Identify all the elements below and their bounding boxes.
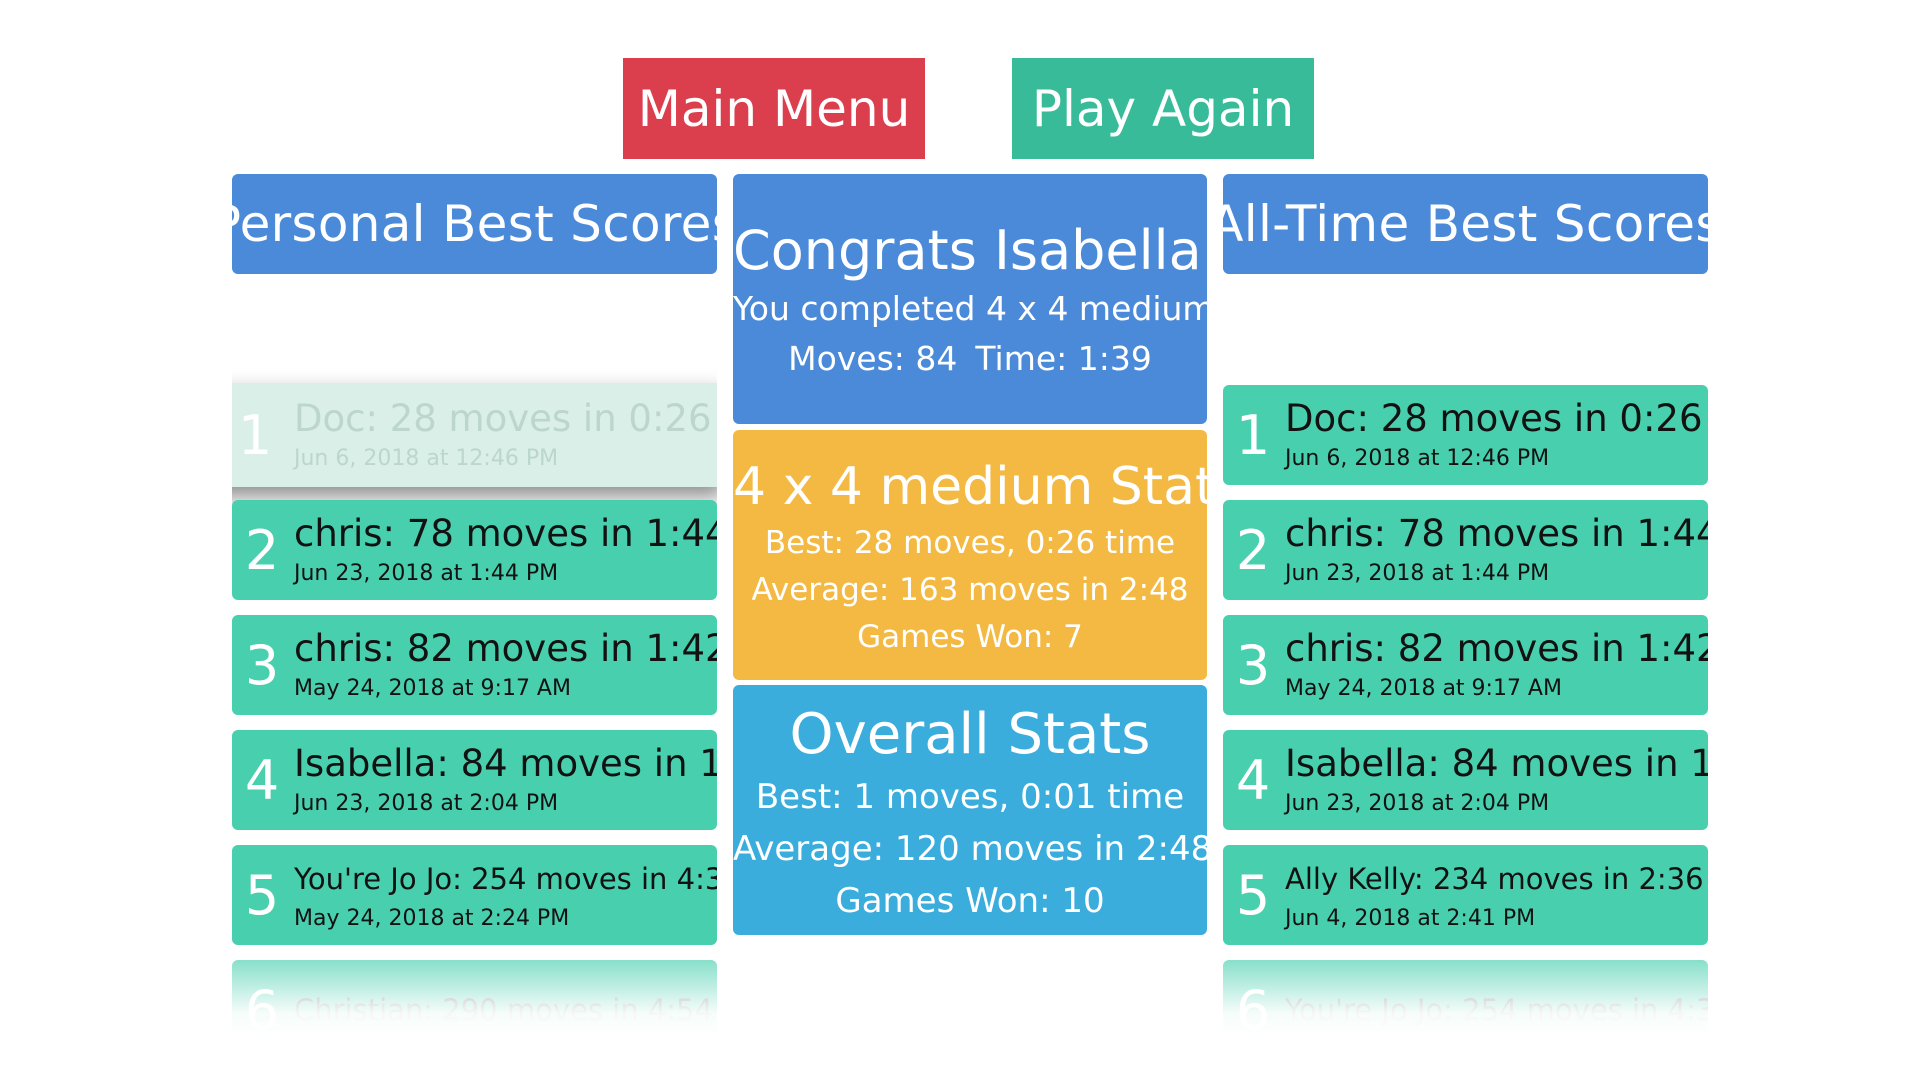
overall-best: Best: 1 moves, 0:01 time (755, 777, 1185, 817)
personal-score-row-4[interactable]: 4 Isabella: 84 moves in 1:39 Jun 23, 201… (232, 730, 717, 830)
score-summary: chris: 78 moves in 1:44 (294, 512, 717, 555)
medium-stats-panel: 4 x 4 medium Stats Best: 28 moves, 0:26 … (733, 430, 1243, 680)
rank-number: 2 (1235, 518, 1271, 582)
personal-score-row-2[interactable]: 2 chris: 78 moves in 1:44 Jun 23, 2018 a… (232, 500, 717, 600)
score-summary: You're Jo Jo: 254 moves in 4:37 (1285, 993, 1708, 1027)
time-value: Time: 1:39 (975, 339, 1152, 378)
congrats-panel: Congrats Isabella! You completed 4 x 4 m… (733, 174, 1224, 424)
personal-score-row-6[interactable]: 6 Christian: 290 moves in 4:54 (232, 960, 717, 1034)
score-summary: Christian: 290 moves in 4:54 (294, 993, 713, 1027)
main-menu-button[interactable]: Main Menu (623, 58, 925, 159)
score-summary: chris: 82 moves in 1:42 (294, 627, 717, 670)
medium-stats-title: 4 x 4 medium Stats (733, 457, 1243, 517)
score-summary: You're Jo Jo: 254 moves in 4:37 (294, 862, 717, 896)
personal-best-column: Personal Best Scores 1 Doc: 28 moves in … (211, 174, 738, 1034)
score-date: Jun 6, 2018 at 12:46 PM (1285, 446, 1550, 471)
rank-number: 5 (244, 863, 280, 927)
score-summary: Isabella: 84 moves in 1:39 (294, 742, 717, 785)
alltime-score-row-3[interactable]: 3 chris: 82 moves in 1:42 May 24, 2018 a… (1223, 615, 1708, 715)
medium-best: Best: 28 moves, 0:26 time (764, 525, 1176, 561)
personal-best-title: Personal Best Scores (211, 174, 738, 274)
overall-games-won: Games Won: 10 (835, 881, 1105, 921)
overall-stats-panel: Overall Stats Best: 1 moves, 0:01 time A… (733, 685, 1213, 935)
alltime-score-row-2[interactable]: 2 chris: 78 moves in 1:44 Jun 23, 2018 a… (1223, 500, 1708, 600)
completed-text: You completed 4 x 4 medium (733, 289, 1215, 328)
moves-value: Moves: 84 (788, 339, 958, 378)
overall-stats-title: Overall Stats (789, 702, 1151, 767)
medium-average: Average: 163 moves in 2:48 (751, 572, 1189, 608)
alltime-score-row-4[interactable]: 4 Isabella: 84 moves in 1:39 Jun 23, 201… (1223, 730, 1708, 830)
personal-score-row-5[interactable]: 5 You're Jo Jo: 254 moves in 4:37 May 24… (232, 845, 717, 945)
personal-score-list[interactable]: 1 Doc: 28 moves in 0:26 Jun 6, 2018 at 1… (232, 274, 717, 1034)
rank-number: 2 (244, 518, 280, 582)
rank-number: 3 (1235, 633, 1271, 697)
rank-number: 6 (1235, 978, 1271, 1035)
score-summary: Doc: 28 moves in 0:26 (1285, 397, 1703, 440)
score-summary: chris: 78 moves in 1:44 (1285, 512, 1708, 555)
personal-score-row-1[interactable]: 1 Doc: 28 moves in 0:26 Jun 6, 2018 at 1… (232, 383, 717, 487)
alltime-score-row-5[interactable]: 5 Ally Kelly: 234 moves in 2:36 Jun 4, 2… (1223, 845, 1708, 945)
rank-number: 1 (237, 403, 273, 467)
rank-number: 3 (244, 633, 280, 697)
score-date: Jun 23, 2018 at 2:04 PM (294, 791, 559, 816)
score-date: May 24, 2018 at 9:17 AM (1285, 676, 1562, 701)
rank-number: 5 (1235, 863, 1271, 927)
score-date: May 24, 2018 at 2:24 PM (294, 906, 570, 931)
medium-games-won: Games Won: 7 (857, 619, 1083, 655)
score-summary: Doc: 28 moves in 0:26 (294, 397, 712, 440)
alltime-score-row-6[interactable]: 6 You're Jo Jo: 254 moves in 4:37 (1223, 960, 1708, 1034)
score-date: Jun 4, 2018 at 2:41 PM (1285, 906, 1536, 931)
scores-screen: Main Menu Play Again Personal Best Score… (0, 0, 1920, 1080)
score-date: May 24, 2018 at 9:17 AM (294, 676, 571, 701)
alltime-best-title: All-Time Best Scores (1209, 174, 1721, 274)
congrats-title: Congrats Isabella! (733, 219, 1224, 282)
overall-average: Average: 120 moves in 2:48 (733, 829, 1213, 869)
score-summary: Ally Kelly: 234 moves in 2:36 (1285, 862, 1704, 896)
result-line: Moves: 84 Time: 1:39 (733, 334, 1207, 384)
play-again-button[interactable]: Play Again (1012, 58, 1314, 159)
rank-number: 4 (1235, 748, 1271, 812)
alltime-score-list[interactable]: 1 Doc: 28 moves in 0:26 Jun 6, 2018 at 1… (1223, 274, 1708, 1034)
score-summary: Isabella: 84 moves in 1:39 (1285, 742, 1708, 785)
score-date: Jun 23, 2018 at 2:04 PM (1285, 791, 1550, 816)
score-date: Jun 23, 2018 at 1:44 PM (294, 561, 559, 586)
alltime-score-row-1[interactable]: 1 Doc: 28 moves in 0:26 Jun 6, 2018 at 1… (1223, 385, 1708, 485)
alltime-best-column: All-Time Best Scores 1 Doc: 28 moves in … (1209, 174, 1721, 1034)
rank-number: 4 (244, 748, 280, 812)
personal-score-row-3[interactable]: 3 chris: 82 moves in 1:42 May 24, 2018 a… (232, 615, 717, 715)
rank-number: 6 (244, 978, 280, 1035)
score-date: Jun 23, 2018 at 1:44 PM (1285, 561, 1550, 586)
score-summary: chris: 82 moves in 1:42 (1285, 627, 1708, 670)
score-date: Jun 6, 2018 at 12:46 PM (294, 446, 559, 471)
rank-number: 1 (1235, 403, 1271, 467)
